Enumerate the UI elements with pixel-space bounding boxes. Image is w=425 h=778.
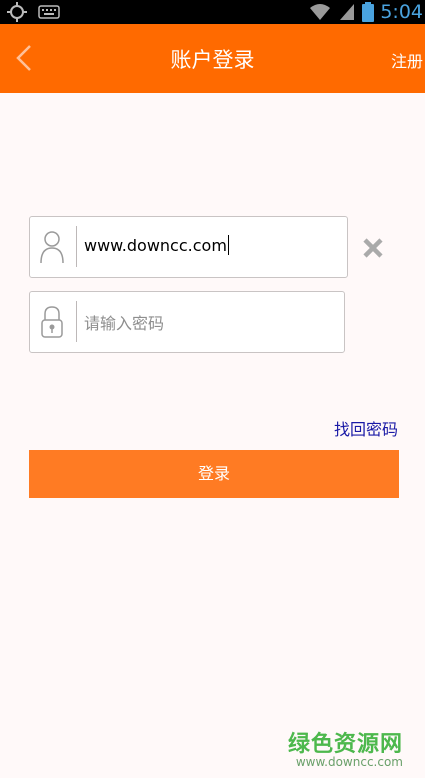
register-link[interactable]: 注册 (391, 48, 423, 72)
forgot-password-link[interactable]: 找回密码 (334, 416, 398, 440)
username-input[interactable]: www.downcc.com (84, 236, 227, 255)
password-input[interactable]: 请输入密码 (84, 310, 164, 334)
status-bar-left (6, 2, 60, 22)
watermark-brand: 绿色资源网 (287, 732, 403, 757)
close-icon (363, 238, 383, 258)
status-time: 5:04 (380, 1, 423, 23)
field-divider (76, 301, 77, 342)
signal-icon (340, 4, 355, 20)
status-bar: 5:04 (0, 0, 425, 24)
page-title: 账户登录 (170, 48, 255, 72)
text-cursor (227, 235, 229, 255)
clear-username-button[interactable] (360, 235, 386, 261)
username-field[interactable]: www.downcc.com (29, 216, 348, 278)
gps-icon (7, 2, 27, 22)
login-button[interactable]: 登录 (29, 450, 399, 498)
keyboard-icon (38, 5, 60, 19)
status-bar-right: 5:04 (308, 0, 425, 24)
wifi-icon (310, 4, 331, 20)
lock-icon (41, 306, 63, 338)
user-icon (40, 231, 64, 264)
field-divider (76, 226, 77, 267)
battery-icon (362, 2, 375, 22)
header-bar: 账户登录 注册 (0, 24, 425, 93)
password-field[interactable]: 请输入密码 (29, 291, 345, 353)
watermark-url: www.downcc.com (295, 755, 403, 769)
